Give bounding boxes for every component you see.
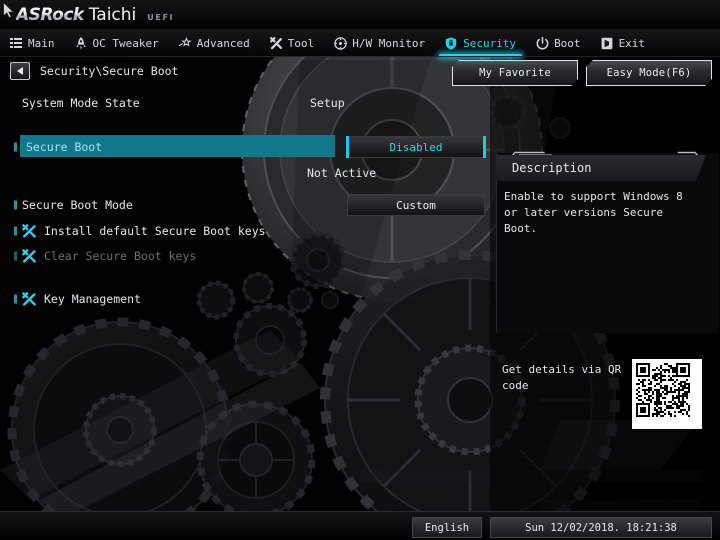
gauge-icon <box>334 36 347 50</box>
exit-icon <box>601 37 614 50</box>
wrench-icon <box>22 248 38 263</box>
key-management-bullet <box>14 294 17 303</box>
easy-mode-button[interactable]: Easy Mode(F6) <box>586 60 712 86</box>
secure-boot-mode-label: Secure Boot Mode <box>22 198 133 212</box>
qr-code-icon <box>632 359 702 429</box>
logo-uefi-text: UEFI <box>147 13 175 22</box>
logo-taichi-text: Taichi <box>88 5 137 25</box>
system-mode-state-value: Setup <box>310 96 345 110</box>
tab-hw-monitor-label: H/W Monitor <box>352 36 426 50</box>
clear-keys-bullet <box>14 251 17 260</box>
install-default-keys-bullet <box>14 226 17 235</box>
mouse-cursor <box>3 2 15 19</box>
system-mode-state-label: System Mode State <box>22 96 140 110</box>
datetime-display[interactable]: Sun 12/02/2018. 18:21:38 <box>490 517 712 538</box>
tab-security-label: Security <box>463 36 517 50</box>
my-favorite-button[interactable]: My Favorite <box>452 60 578 86</box>
secure-boot-mode-value-dropdown[interactable]: Custom <box>347 194 485 216</box>
qr-code-label: Get details via QR code <box>502 363 622 392</box>
my-favorite-label: My Favorite <box>479 67 551 79</box>
breadcrumb-path: Security\Secure Boot <box>40 64 179 78</box>
list-icon <box>10 37 23 50</box>
row-secure-boot-status: Not Active <box>0 160 490 186</box>
back-arrow-glyph <box>17 67 23 75</box>
secure-boot-bullet <box>14 142 17 152</box>
tab-boot-label: Boot <box>554 36 581 50</box>
key-management-label: Key Management <box>44 291 141 306</box>
install-default-keys-label: Install default Secure Boot keys <box>44 223 266 238</box>
tab-advanced-label: Advanced <box>196 36 250 50</box>
secure-boot-status: Not Active <box>307 166 377 180</box>
tab-exit[interactable]: Exit <box>591 29 656 57</box>
tab-oc-tweaker-label: OC Tweaker <box>92 36 159 50</box>
logo-asrock-text: ASRock <box>16 5 84 25</box>
tab-advanced[interactable]: Advanced <box>169 29 260 57</box>
star-icon <box>178 37 192 50</box>
breadcrumb: Security\Secure Boot <box>0 60 500 82</box>
language-selector[interactable]: English <box>412 517 482 538</box>
brand-logo: ASRock Taichi UEFI <box>16 5 174 25</box>
tab-tool-label: Tool <box>287 36 315 50</box>
power-icon <box>536 36 549 50</box>
tab-tool[interactable]: Tool <box>260 29 325 57</box>
clear-secure-boot-keys-label: Clear Secure Boot keys <box>44 248 197 263</box>
wrench-icon <box>269 36 283 50</box>
tab-boot[interactable]: Boot <box>526 29 591 57</box>
status-bar: English Sun 12/02/2018. 18:21:38 <box>0 511 720 540</box>
tab-main[interactable]: Main <box>0 29 65 57</box>
description-text: Enable to support Windows 8 or later ver… <box>504 190 683 235</box>
easy-mode-label: Easy Mode(F6) <box>606 67 692 79</box>
tab-hw-monitor[interactable]: H/W Monitor <box>324 29 435 57</box>
row-system-mode-state: System Mode State Setup <box>0 88 490 118</box>
row-clear-secure-boot-keys: Clear Secure Boot keys <box>0 243 490 268</box>
tab-oc-tweaker[interactable]: OC Tweaker <box>65 29 169 57</box>
tab-exit-label: Exit <box>618 36 646 50</box>
top-right-buttons: My Favorite Easy Mode(F6) <box>452 60 712 86</box>
description-title: Description <box>512 161 592 175</box>
bios-setup-window: ASRock Taichi UEFI Main OC Tweaker Advan… <box>0 0 720 540</box>
secure-boot-value-dropdown[interactable]: Disabled <box>346 136 486 158</box>
row-key-management[interactable]: Key Management <box>0 286 490 311</box>
rocket-icon <box>75 36 88 50</box>
row-secure-boot-mode[interactable]: Secure Boot Mode Custom <box>0 192 490 218</box>
row-install-default-keys[interactable]: Install default Secure Boot keys <box>0 218 490 243</box>
secure-boot-mode-bullet <box>14 200 17 210</box>
wrench-icon <box>22 291 38 306</box>
active-tab-underline <box>439 54 523 57</box>
description-header: Description <box>496 155 706 181</box>
tab-security[interactable]: Security <box>435 29 526 57</box>
right-info-panel: Description Enable to support Windows 8 … <box>490 57 720 512</box>
secure-boot-label: Secure Boot <box>26 140 103 154</box>
back-arrow-icon[interactable] <box>10 62 30 80</box>
row-secure-boot[interactable]: Secure Boot Disabled <box>0 134 490 160</box>
shield-icon <box>445 36 458 50</box>
tab-main-label: Main <box>28 36 55 50</box>
main-menu-bar: Main OC Tweaker Advanced Tool H/W Monito… <box>0 29 720 57</box>
wrench-icon <box>22 223 38 238</box>
settings-list: System Mode State Setup Secure Boot Disa… <box>0 88 490 311</box>
title-bar: ASRock Taichi UEFI <box>0 0 720 29</box>
